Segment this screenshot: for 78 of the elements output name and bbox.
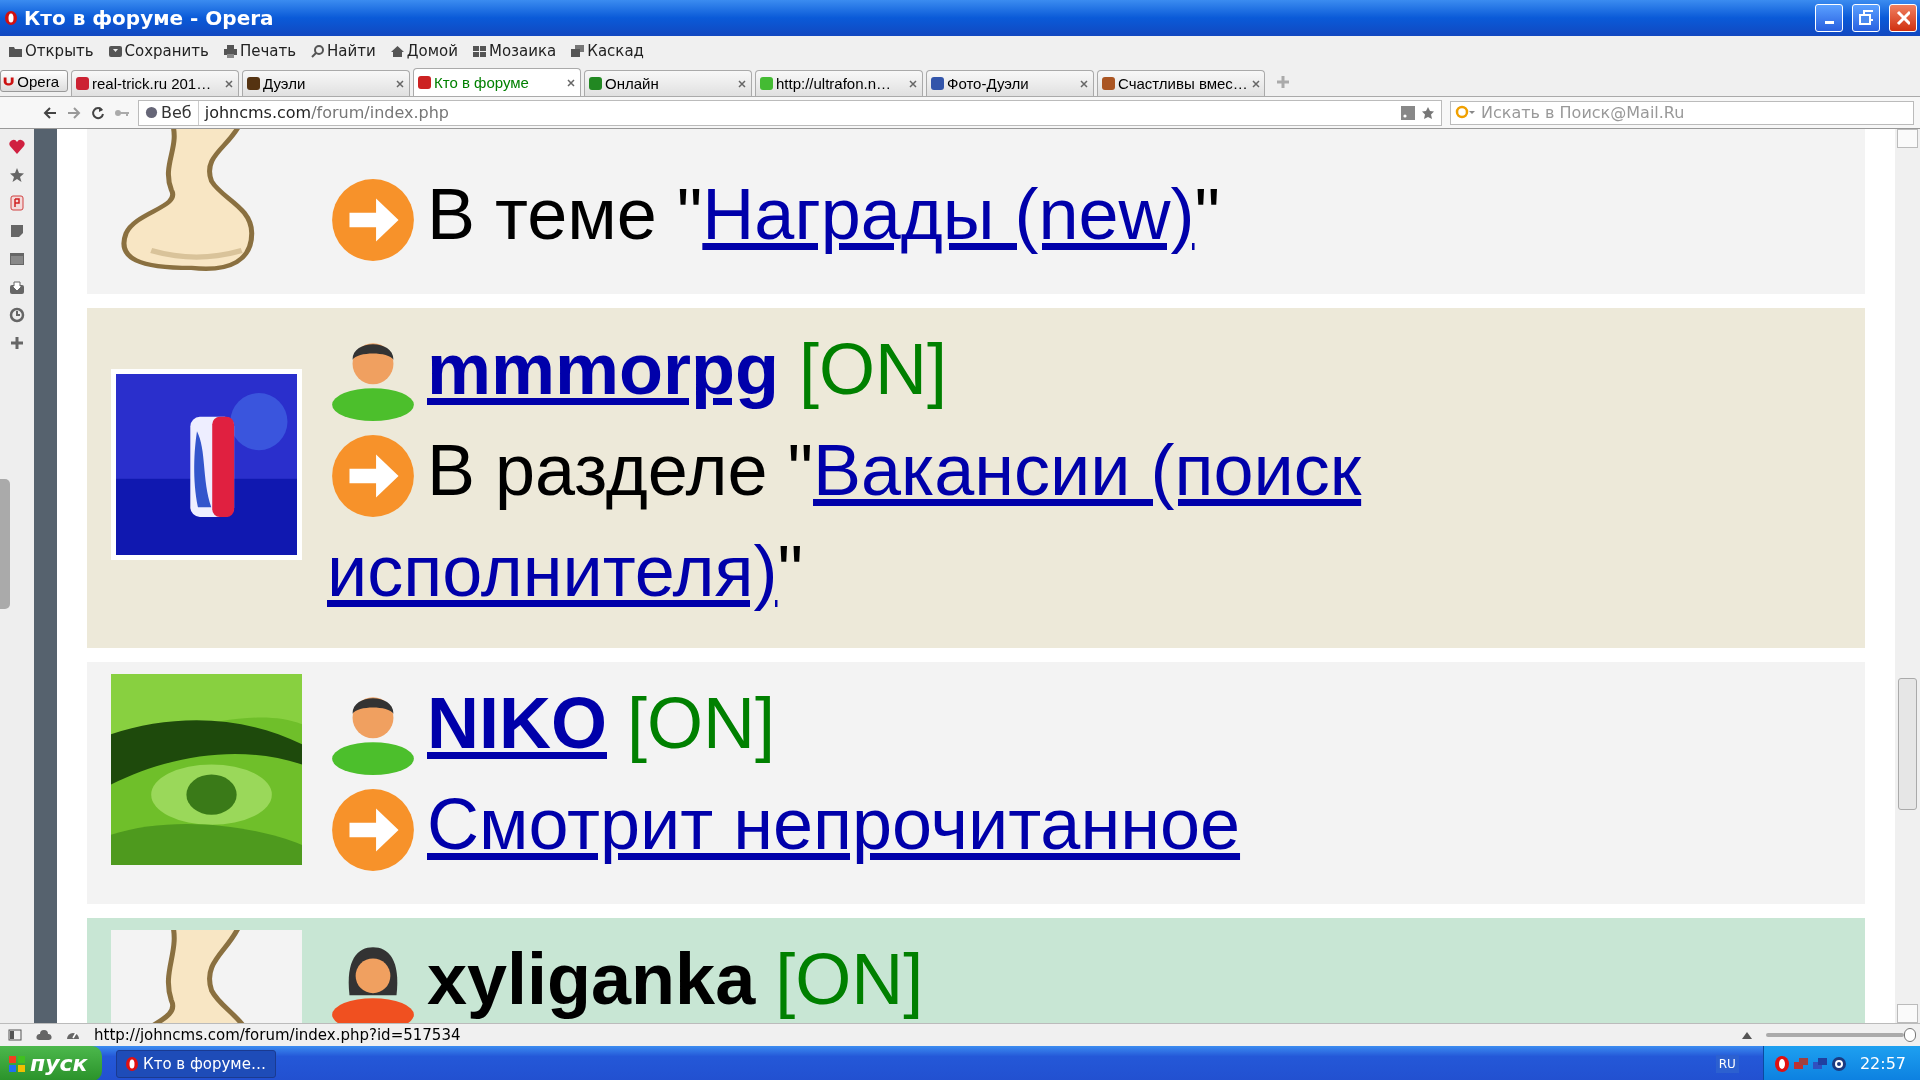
status-link[interactable]: Вакансии (поиск	[813, 430, 1362, 510]
close-button[interactable]	[1889, 4, 1917, 32]
cloud-icon[interactable]	[36, 1029, 52, 1041]
address-field[interactable]: Веб johncms.com/forum/index.php	[138, 99, 1442, 126]
browser-tab[interactable]: http://ultrafon.n…	[755, 70, 923, 96]
home-icon	[389, 43, 405, 59]
star-icon[interactable]	[1421, 105, 1435, 120]
close-icon[interactable]	[908, 78, 918, 89]
language-indicator[interactable]: RU	[1715, 1054, 1739, 1073]
toolbar-button[interactable]: Мозаика	[471, 42, 557, 60]
reload-icon[interactable]	[90, 104, 106, 121]
status-text: "	[1194, 174, 1221, 254]
restore-icon	[1859, 10, 1873, 26]
status-url: http://johncms.com/forum/index.php?id=517534	[94, 1026, 462, 1044]
status-text: В разделе "	[427, 430, 813, 510]
grid-icon	[471, 43, 487, 59]
online-status: [ON]	[627, 682, 776, 763]
feed-icon[interactable]	[1401, 105, 1415, 120]
status-text: "	[777, 530, 804, 611]
back-icon[interactable]	[42, 104, 58, 121]
printer-icon	[222, 43, 238, 59]
windows-icon	[570, 43, 586, 59]
toolbar-button[interactable]: Открыть	[8, 42, 94, 60]
status-link[interactable]: Награды (new)	[702, 174, 1195, 254]
opera-icon	[125, 1055, 139, 1072]
download-icon[interactable]	[9, 279, 25, 295]
browser-tab[interactable]: Онлайн	[584, 70, 752, 96]
online-status: [ON]	[799, 329, 948, 409]
clock-icon[interactable]	[9, 307, 25, 323]
browser-tab[interactable]: real-trick.ru 201…	[71, 70, 239, 96]
browser-tab[interactable]: Фото-Дуэли	[926, 70, 1094, 96]
status-text: В теме "	[427, 174, 703, 254]
panel-toggle-icon[interactable]	[8, 1028, 22, 1042]
close-icon[interactable]	[224, 78, 234, 89]
star-icon[interactable]	[9, 167, 25, 183]
close-icon[interactable]	[566, 77, 576, 88]
username-link[interactable]: mmmorpg	[427, 329, 780, 409]
window-title: Кто в форуме - Opera	[24, 6, 274, 30]
minimize-icon	[1824, 21, 1834, 24]
close-icon	[1896, 10, 1910, 26]
panel-handle[interactable]	[0, 479, 10, 609]
url-text: johncms.com/forum/index.php	[203, 103, 450, 122]
minimize-button[interactable]	[1815, 4, 1843, 32]
close-icon[interactable]	[737, 78, 747, 89]
taskbar-button[interactable]: Кто в форуме…	[116, 1049, 276, 1078]
windows-logo-icon	[8, 1054, 26, 1073]
close-icon[interactable]	[1079, 78, 1089, 89]
opera-icon	[4, 10, 18, 26]
clock: 22:57	[1859, 1054, 1906, 1073]
toolbar-button[interactable]: Найти	[310, 42, 376, 60]
save-icon	[107, 43, 123, 59]
status-link[interactable]: Смотрит непрочитанное	[427, 783, 1241, 864]
zoom-slider[interactable]	[1766, 1027, 1916, 1043]
opera-menu-button[interactable]: Opera	[0, 70, 68, 92]
close-icon[interactable]	[1250, 78, 1261, 89]
add-icon[interactable]	[9, 335, 25, 351]
toolbar-button[interactable]: Сохранить	[107, 42, 209, 60]
online-status: [ON]	[775, 938, 924, 1019]
toolbar-button[interactable]: Домой	[389, 42, 458, 60]
bookmark-icon[interactable]	[9, 195, 25, 211]
restore-button[interactable]	[1852, 4, 1880, 32]
toolbar-button[interactable]: Печать	[222, 42, 297, 60]
opera-icon[interactable]	[1773, 1055, 1790, 1072]
username: xyliganka	[427, 938, 756, 1019]
window-icon[interactable]	[9, 251, 25, 267]
search-icon	[310, 43, 326, 59]
forward-icon[interactable]	[66, 104, 82, 121]
status-link[interactable]: исполнителя)	[327, 530, 778, 611]
note-icon[interactable]	[9, 223, 25, 239]
heart-icon[interactable]	[9, 139, 25, 155]
username-link[interactable]: NIKO	[427, 682, 607, 763]
browser-tab[interactable]: Кто в форуме	[413, 68, 581, 96]
browser-tab[interactable]: Дуэли	[242, 70, 410, 96]
toolbar-button[interactable]: Каскад	[570, 42, 644, 60]
browser-tab[interactable]: Счастливы вмес…	[1097, 70, 1265, 96]
caret-icon[interactable]	[1742, 1031, 1752, 1039]
scrollbar[interactable]	[1895, 129, 1920, 1023]
close-icon[interactable]	[395, 78, 405, 89]
